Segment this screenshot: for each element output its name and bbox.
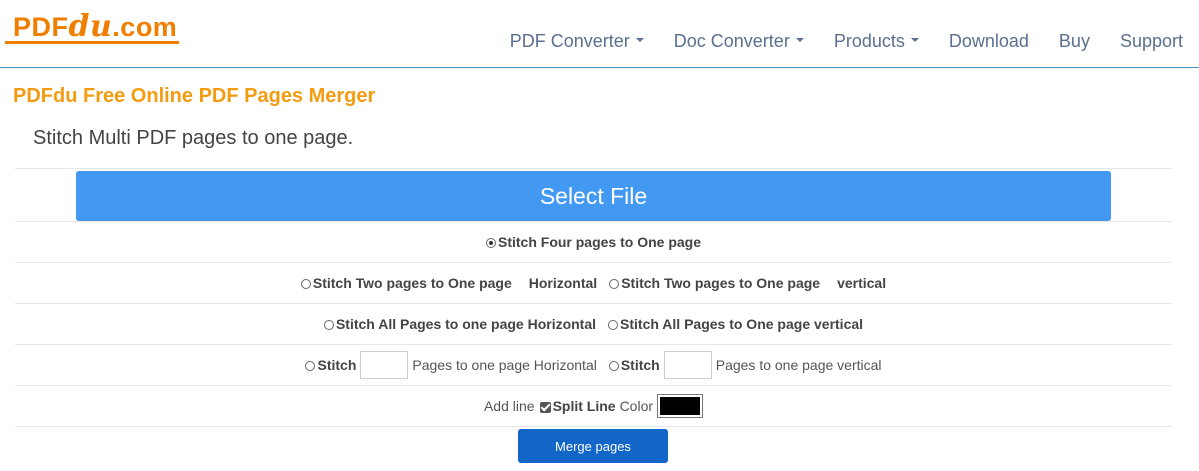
- nav-support[interactable]: Support: [1120, 31, 1183, 52]
- radio-n-pages-horizontal[interactable]: [305, 361, 316, 371]
- radio-two-pages-horizontal[interactable]: [300, 279, 311, 289]
- color-fill: [660, 397, 701, 415]
- label-two-pages-vertical: Stitch Two pages to One page: [621, 275, 821, 291]
- main-nav: PDF Converter Doc Converter Products Dow…: [480, 31, 1183, 52]
- page-subtitle: Stitch Multi PDF pages to one page.: [33, 127, 354, 149]
- nav-pdf-converter[interactable]: PDF Converter: [510, 31, 644, 52]
- pages-horizontal-input[interactable]: [360, 351, 409, 379]
- caret-down-icon: [795, 38, 804, 43]
- radio-all-pages-vertical[interactable]: [608, 320, 619, 330]
- merge-pages-button[interactable]: Merge pages: [518, 429, 668, 463]
- nav-buy[interactable]: Buy: [1059, 31, 1090, 52]
- nav-doc-converter[interactable]: Doc Converter: [674, 31, 804, 52]
- site-logo[interactable]: PDFdu.com: [13, 9, 177, 44]
- caret-down-icon: [635, 38, 644, 43]
- label-horizontal: Horizontal: [528, 275, 598, 291]
- label-stitch-horizontal: Stitch: [317, 357, 357, 373]
- site-header: PDFdu.com PDF Converter Doc Converter Pr…: [0, 0, 1199, 68]
- split-line-checkbox[interactable]: [539, 401, 551, 413]
- option-row-four: Stitch Four pages to One page: [15, 221, 1172, 262]
- option-row-two: Stitch Two pages to One page Horizontal …: [15, 262, 1172, 303]
- line-color-picker[interactable]: [657, 394, 704, 418]
- label-all-pages-horizontal: Stitch All Pages to one page Horizontal: [335, 316, 597, 332]
- logo-underline: [5, 41, 179, 44]
- select-file-button[interactable]: Select File: [76, 171, 1111, 221]
- logo-du-text: du: [68, 9, 113, 44]
- page-title: PDFdu Free Online PDF Pages Merger: [13, 85, 376, 107]
- option-row-line: Add line Split Line Color: [15, 385, 1172, 426]
- radio-two-pages-vertical[interactable]: [609, 279, 620, 289]
- label-four-pages: Stitch Four pages to One page: [497, 234, 702, 250]
- logo-pdf-text: PDF: [13, 12, 69, 42]
- label-add-line: Add line: [483, 398, 535, 414]
- option-row-n: Stitch Pages to one page Horizontal Stit…: [15, 344, 1172, 385]
- label-vertical: vertical: [837, 275, 887, 291]
- logo-com-text: .com: [112, 12, 178, 42]
- radio-all-pages-horizontal[interactable]: [323, 320, 334, 330]
- label-split-line: Split Line: [552, 398, 616, 414]
- option-row-all: Stitch All Pages to one page Horizontal …: [15, 303, 1172, 344]
- radio-n-pages-vertical[interactable]: [608, 361, 619, 371]
- label-all-pages-vertical: Stitch All Pages to One page vertical: [620, 316, 864, 332]
- label-two-pages-horizontal: Stitch Two pages to One page: [312, 275, 512, 291]
- nav-download[interactable]: Download: [949, 31, 1029, 52]
- caret-down-icon: [910, 38, 919, 43]
- label-pages-horizontal: Pages to one page Horizontal: [412, 357, 597, 373]
- label-pages-vertical: Pages to one page vertical: [715, 357, 882, 373]
- label-stitch-vertical: Stitch: [620, 357, 660, 373]
- label-color: Color: [619, 398, 654, 414]
- radio-four-pages[interactable]: [485, 238, 496, 248]
- pages-vertical-input[interactable]: [663, 351, 712, 379]
- nav-products[interactable]: Products: [834, 31, 919, 52]
